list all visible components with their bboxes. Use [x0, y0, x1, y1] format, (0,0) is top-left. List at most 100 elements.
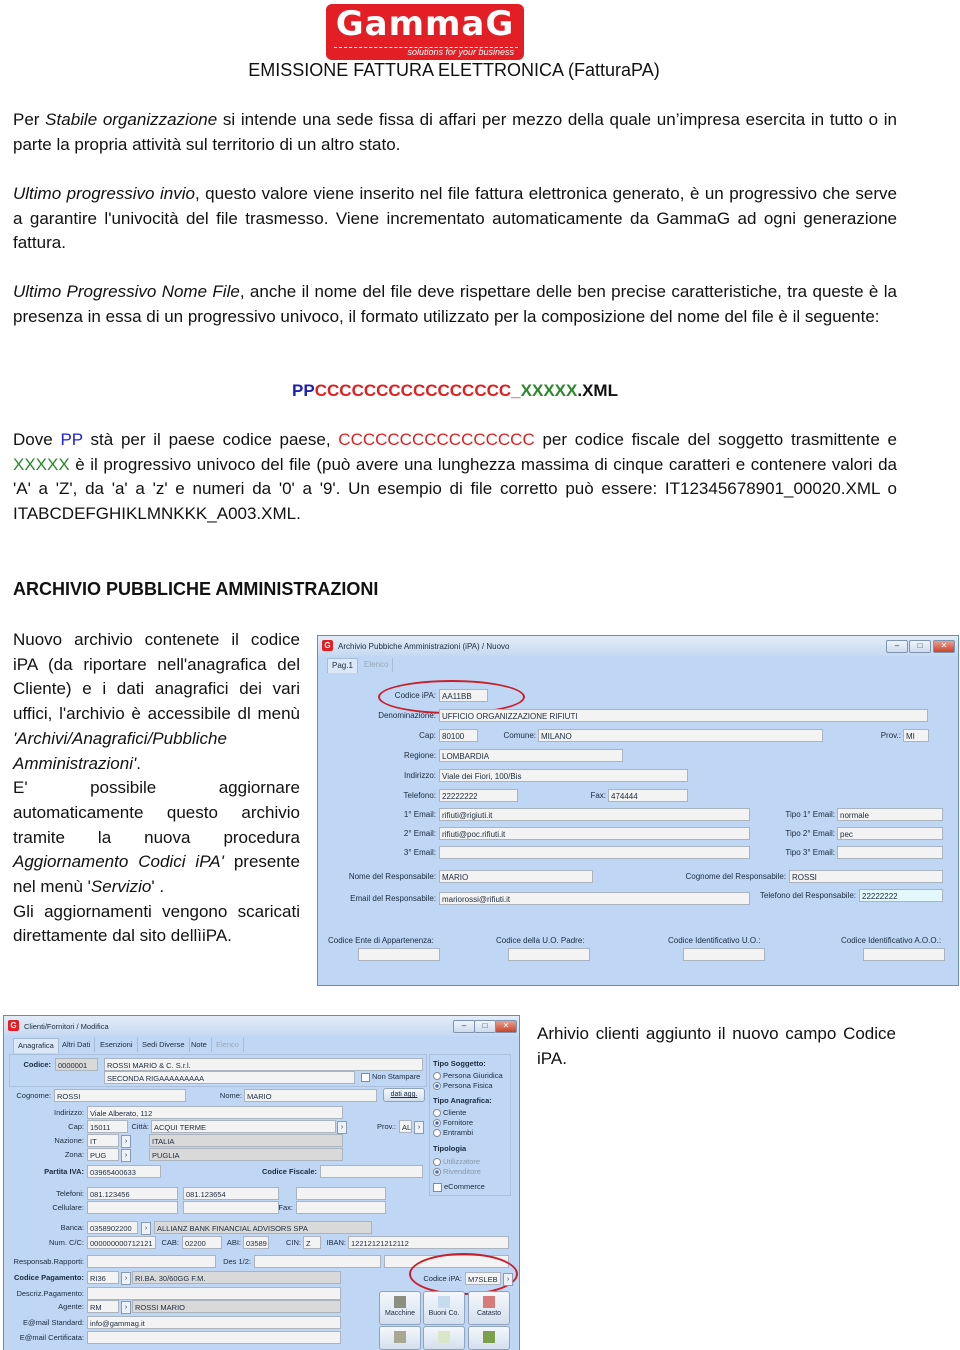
- codice-ipa-lookup-button[interactable]: ›: [503, 1273, 513, 1286]
- des1-field[interactable]: [254, 1255, 381, 1268]
- iban-field[interactable]: 12212121212112: [348, 1236, 509, 1249]
- email1-field[interactable]: rifiuti@rigiuti.it: [439, 808, 750, 821]
- section-heading: ARCHIVIO PUBBLICHE AMMINISTRAZIONI: [13, 579, 379, 599]
- tab-sedi-diverse[interactable]: Sedi Diverse: [138, 1038, 190, 1052]
- tab-pag1[interactable]: Pag.1: [327, 658, 358, 673]
- buoni-co-button[interactable]: Buoni Co.: [423, 1291, 465, 1325]
- num-cc-field[interactable]: 000000000712121: [87, 1236, 156, 1249]
- prov-field[interactable]: MI: [903, 729, 929, 742]
- telefono2-field[interactable]: 081.123654: [183, 1187, 279, 1200]
- label-tipo2: Tipo 2° Email:: [785, 829, 835, 838]
- indirizzo-field[interactable]: Viale Alberato, 112: [87, 1106, 343, 1119]
- telefono1-field[interactable]: 081.123456: [87, 1187, 178, 1200]
- tab-elenco[interactable]: Elenco: [212, 1038, 244, 1052]
- ragione-sociale-2-field[interactable]: SECONDA RIGAAAAAAAAA: [104, 1071, 355, 1084]
- cap-field[interactable]: 15011: [87, 1120, 128, 1133]
- email-responsabile-field[interactable]: mariorossi@rifiuti.it: [439, 892, 750, 905]
- prov-lookup-button[interactable]: ›: [414, 1121, 424, 1134]
- denominazione-field[interactable]: UFFICIO ORGANIZZAZIONE RIFIUTI: [439, 709, 928, 722]
- email2-field[interactable]: rifiuti@poc.rifiuti.it: [439, 827, 750, 840]
- telefono3-field[interactable]: [296, 1187, 386, 1200]
- nome-responsabile-field[interactable]: MARIO: [439, 870, 593, 883]
- cab-field[interactable]: 02200: [182, 1236, 222, 1249]
- save-button[interactable]: [468, 1326, 510, 1350]
- dati-agg-button[interactable]: dati agg.: [383, 1088, 425, 1102]
- radio-utilizzatore[interactable]: Utilizzatore: [433, 1157, 480, 1167]
- non-stampare-checkbox[interactable]: Non Stampare: [361, 1072, 420, 1082]
- tab-elenco[interactable]: Elenco: [360, 658, 394, 672]
- tab-altri-dati[interactable]: Altri Dati: [58, 1038, 96, 1052]
- email-certificata-field[interactable]: [87, 1331, 341, 1344]
- macchine-button[interactable]: Macchine: [379, 1291, 421, 1325]
- codice-pagamento-field[interactable]: RI36: [87, 1271, 119, 1284]
- radio-persona-fisica[interactable]: Persona Fisica: [433, 1081, 493, 1091]
- label-email-certificata: E@mail Certificata:: [19, 1333, 84, 1342]
- title-bar: G Archivio Pubbiche Amministrazioni (iPA)…: [318, 636, 958, 656]
- email-standard-field[interactable]: info@gammag.it: [87, 1316, 341, 1329]
- responsabile-rapporti-field[interactable]: [87, 1255, 216, 1268]
- citta-lookup-button[interactable]: ›: [337, 1121, 347, 1134]
- cellulare2-field[interactable]: [183, 1201, 279, 1214]
- fax-field[interactable]: 474444: [608, 789, 688, 802]
- nazione-lookup-button[interactable]: ›: [121, 1135, 131, 1148]
- email3-field[interactable]: [439, 846, 750, 859]
- radio-persona-giuridica[interactable]: Persona Giuridica: [433, 1071, 503, 1081]
- nazione-field[interactable]: IT: [87, 1134, 119, 1147]
- banca-field[interactable]: 0358902200: [87, 1221, 138, 1234]
- nome-field[interactable]: MARIO: [244, 1089, 377, 1102]
- tipo2-field[interactable]: pec: [837, 827, 943, 840]
- tab-note[interactable]: Note: [187, 1038, 212, 1052]
- ecommerce-checkbox[interactable]: eCommerce: [433, 1182, 485, 1192]
- cognome-responsabile-field[interactable]: ROSSI: [789, 870, 943, 883]
- agente-lookup-button[interactable]: ›: [121, 1301, 131, 1314]
- maximize-button[interactable]: □: [909, 640, 931, 653]
- telefono-field[interactable]: 22222222: [439, 789, 518, 802]
- radio-rivenditore[interactable]: Rivenditore: [433, 1167, 481, 1177]
- catasto-button[interactable]: Catasto: [468, 1291, 510, 1325]
- tipo1-field[interactable]: normale: [837, 808, 943, 821]
- banca-lookup-button[interactable]: ›: [141, 1222, 151, 1235]
- telefono-responsabile-field[interactable]: 22222222: [859, 889, 943, 902]
- ragione-sociale-1-field[interactable]: ROSSI MARIO & C. S.r.l.: [104, 1058, 423, 1071]
- filename-format: PPCCCCCCCCCCCCCCCC_XXXXX.XML: [292, 381, 618, 400]
- zona-lookup-button[interactable]: ›: [121, 1149, 131, 1162]
- codice-ipa-field[interactable]: AA11BB: [439, 689, 488, 702]
- fax-field[interactable]: [296, 1201, 386, 1214]
- radio-cliente[interactable]: Cliente: [433, 1108, 466, 1118]
- minimize-button[interactable]: –: [886, 640, 908, 653]
- cellulare1-field[interactable]: [87, 1201, 178, 1214]
- calendar-button[interactable]: [423, 1326, 465, 1350]
- partita-iva-field[interactable]: 03965400633: [87, 1165, 161, 1178]
- window-title: Archivio Pubbiche Amministrazioni (iPA) …: [338, 642, 510, 651]
- tipo3-field[interactable]: [837, 846, 943, 859]
- comune-field[interactable]: MILANO: [538, 729, 823, 742]
- cognome-field[interactable]: ROSSI: [54, 1089, 186, 1102]
- radio-fornitore[interactable]: Fornitore: [433, 1118, 473, 1128]
- minimize-button[interactable]: –: [453, 1020, 475, 1033]
- map-button[interactable]: [379, 1326, 421, 1350]
- codice-ipa-field[interactable]: M7SLEB: [465, 1272, 501, 1285]
- pagamento-lookup-button[interactable]: ›: [121, 1272, 131, 1285]
- close-button[interactable]: ✕: [933, 640, 955, 653]
- maximize-button[interactable]: □: [474, 1020, 496, 1033]
- codice-fiscale-field[interactable]: [320, 1165, 423, 1178]
- uo-padre-field[interactable]: [508, 948, 590, 961]
- citta-field[interactable]: ACQUI TERME: [151, 1120, 336, 1133]
- descrizione-pagamento-field[interactable]: [87, 1287, 341, 1300]
- close-button[interactable]: ✕: [495, 1020, 517, 1033]
- label-email3: 3° Email:: [403, 848, 436, 857]
- cap-field[interactable]: 80100: [439, 729, 478, 742]
- codice-ente-field[interactable]: [358, 948, 440, 961]
- agente-field[interactable]: RM: [87, 1300, 119, 1313]
- id-uo-field[interactable]: [683, 948, 765, 961]
- tab-anagrafica[interactable]: Anagrafica: [13, 1038, 59, 1053]
- zona-field[interactable]: PUG: [87, 1148, 119, 1161]
- radio-entrambi[interactable]: Entrambi: [433, 1128, 473, 1138]
- regione-field[interactable]: LOMBARDIA: [439, 749, 623, 762]
- tab-esenzioni[interactable]: Esenzioni: [96, 1038, 138, 1052]
- abi-field[interactable]: 03589: [243, 1236, 269, 1249]
- codice-field[interactable]: 0000001: [55, 1058, 98, 1071]
- prov-field[interactable]: AL: [399, 1120, 412, 1133]
- id-aoo-field[interactable]: [863, 948, 945, 961]
- indirizzo-field[interactable]: Viale dei Fiori, 100/Bis: [439, 769, 688, 782]
